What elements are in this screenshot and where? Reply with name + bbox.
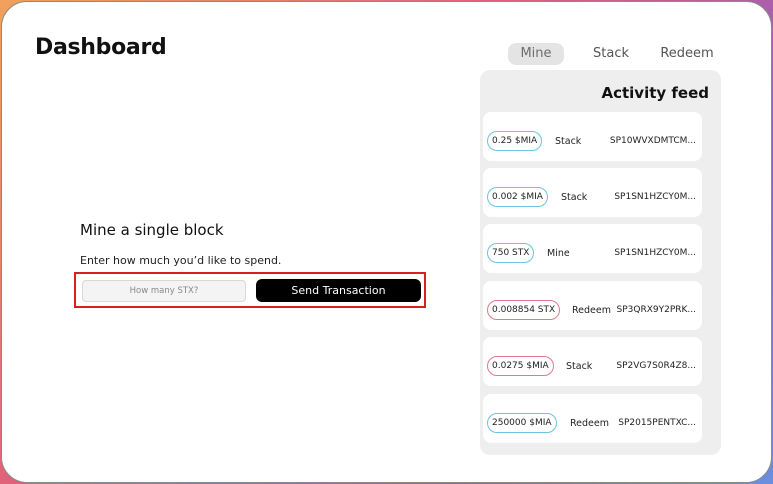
mine-instructions: Enter how much you’d like to spend. [80,254,282,267]
amount-badge: 750 STX [487,243,535,263]
address-label: SP3QRX9Y2PRK... [616,305,696,315]
address-label: SP2VG7S0R4Z8... [616,361,696,371]
action-label: Redeem [570,418,609,429]
tab-bar: Mine Stack Redeem [508,43,723,65]
action-label: Stack [555,136,582,147]
send-transaction-button[interactable]: Send Transaction [256,279,421,302]
activity-feed: Activity feed 0.25 $MIA Stack SP10WVXDMT… [480,70,721,455]
tab-mine[interactable]: Mine [508,43,564,65]
activity-feed-title: Activity feed [601,84,709,102]
action-label: Mine [547,248,570,259]
address-label: SP2015PENTXC... [618,418,696,428]
feed-item[interactable]: 750 STX Mine SP1SN1HZCY0M... [483,224,702,273]
address-label: SP10WVXDMTCM... [609,136,696,146]
address-label: SP1SN1HZCY0M... [614,248,696,258]
amount-badge: 0.008854 STX [487,300,561,320]
amount-badge: 0.25 $MIA [487,131,543,151]
address-label: SP1SN1HZCY0M... [614,192,696,202]
feed-item[interactable]: 0.0275 $MIA Stack SP2VG7S0R4Z8... [483,337,702,386]
tab-stack[interactable]: Stack [586,43,636,65]
amount-badge: 250000 $MIA [487,413,557,433]
page-title: Dashboard [35,35,167,60]
feed-item[interactable]: 250000 $MIA Redeem SP2015PENTXC... [483,394,702,443]
mine-form: Send Transaction [74,272,426,308]
app-window: Dashboard Mine Stack Redeem Activity fee… [1,1,772,483]
mine-heading: Mine a single block [80,221,224,239]
tab-redeem[interactable]: Redeem [657,43,717,65]
amount-badge: 0.002 $MIA [487,187,548,207]
amount-badge: 0.0275 $MIA [487,356,554,376]
feed-item[interactable]: 0.002 $MIA Stack SP1SN1HZCY0M... [483,168,702,217]
action-label: Redeem [572,305,611,316]
stx-amount-input[interactable] [82,280,246,302]
action-label: Stack [566,361,593,372]
action-label: Stack [561,192,588,203]
feed-item[interactable]: 0.008854 STX Redeem SP3QRX9Y2PRK... [483,281,702,330]
feed-item[interactable]: 0.25 $MIA Stack SP10WVXDMTCM... [483,112,702,161]
